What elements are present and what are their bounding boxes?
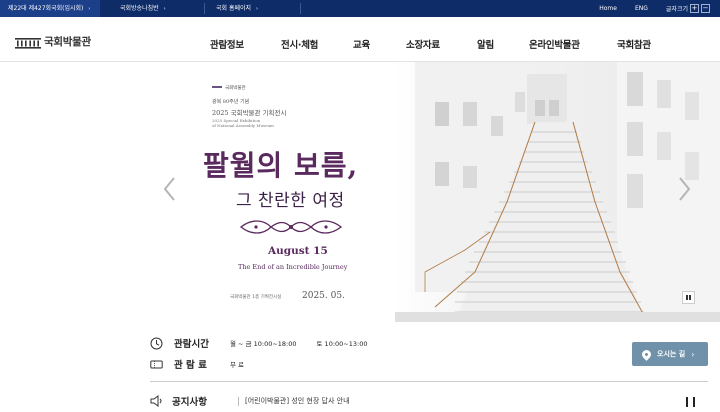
exhibition-museum-name: 국회박물관 — [225, 86, 246, 91]
museum-mark-icon — [212, 85, 222, 91]
pause-icon — [686, 295, 688, 300]
font-decrease-button[interactable]: − — [701, 4, 710, 13]
chevron-right-icon: › — [256, 6, 259, 12]
assembly-session-label: 제22대 제427회국회(임시회) — [8, 5, 84, 12]
eng-link[interactable]: ENG — [635, 5, 648, 12]
assembly-session-link[interactable]: 제22대 제427회국회(임시회) › — [0, 0, 100, 17]
menu-education[interactable]: 교육 — [353, 37, 370, 51]
exhibition-type: 2025 국회박물관 기획전시 — [212, 109, 287, 117]
menu-collection[interactable]: 소장자료 — [406, 37, 440, 51]
map-pin-icon — [640, 347, 653, 361]
directions-button[interactable]: 오시는 길 › — [632, 342, 708, 366]
font-increase-button[interactable]: + — [690, 4, 699, 13]
pause-icon — [693, 397, 695, 407]
pause-icon — [689, 295, 691, 300]
utility-links: Home ENG 글자크기 + − — [581, 0, 710, 17]
assembly-broadcast-label: 국회방송나침반 — [120, 5, 159, 12]
opening-hours-label: 관람시간 — [174, 339, 209, 350]
slide-prev-button[interactable] — [162, 176, 178, 202]
slide-next-button[interactable] — [676, 176, 692, 202]
directions-label: 오시는 길 — [657, 350, 686, 358]
visit-info-section: 관람시간 월 ~ 금 10:00~18:00 토 10:00~13:00 관 람… — [0, 322, 720, 412]
exhibition-title: 팔월의 보름, — [203, 149, 359, 182]
exhibition-place: 국회박물관 1층 기획전시실 — [230, 295, 282, 300]
notice-item-link[interactable]: [어린이박물관] 성인 현장 답사 안내 — [245, 396, 350, 406]
home-link[interactable]: Home — [599, 5, 617, 12]
notice-pause-button[interactable] — [686, 397, 695, 407]
weekday-hours: 월 ~ 금 10:00~18:00 — [230, 340, 297, 348]
menu-assembly-tour[interactable]: 국회참관 — [617, 37, 651, 51]
font-size-label: 글자크기 — [665, 6, 688, 13]
divider — [150, 381, 708, 382]
exhibition-museum-logo: 국회박물관 — [212, 85, 246, 91]
divider — [300, 3, 301, 14]
divider — [238, 396, 239, 406]
notice-label: 공지사항 — [172, 397, 207, 408]
exhibition-date: 2025. 05. — [302, 291, 345, 301]
menu-notice[interactable]: 알림 — [477, 37, 494, 51]
chevron-right-icon: › — [163, 6, 166, 12]
site-logo[interactable]: 국회박물관 — [14, 34, 91, 49]
site-header: 국회박물관 관람정보 전시·체험 교육 소장자료 알림 온라인박물관 국회참관 — [0, 17, 720, 62]
exhibition-date-en: August 15 — [268, 245, 328, 257]
menu-visit-info[interactable]: 관람정보 — [210, 37, 244, 51]
exhibition-subtitle: 그 찬란한 여정 — [236, 191, 345, 211]
ticket-icon — [150, 360, 163, 368]
divider — [204, 3, 205, 14]
admission-fee-value: 무 료 — [230, 361, 245, 369]
speaker-icon — [150, 395, 162, 407]
exhibition-museum-en: of National Assembly Museum — [212, 123, 274, 128]
pause-icon — [686, 397, 688, 407]
clock-icon — [150, 337, 163, 349]
admission-fee-label: 관 람 료 — [174, 360, 207, 371]
assembly-building-icon — [15, 37, 41, 49]
assembly-homepage-label: 국회 홈페이지 — [216, 5, 252, 12]
menu-online-museum[interactable]: 온라인박물관 — [529, 37, 580, 51]
notice-bar: 공지사항 [어린이박물관] 성인 현장 답사 안내 — [150, 393, 350, 409]
font-size-control: 글자크기 + − — [666, 4, 710, 13]
top-utility-bar: 제22대 제427회국회(임시회) › 국회방송나침반 › 국회 홈페이지 › Hom… — [0, 0, 720, 17]
assembly-broadcast-link[interactable]: 국회방송나침반 › — [112, 0, 202, 17]
chevron-right-icon: › — [88, 6, 91, 12]
exhibition-occasion: 광복 80주년 기념 — [212, 99, 250, 105]
admission-fee-row: 관 람 료 무 료 — [150, 356, 244, 372]
chevron-right-icon: › — [691, 349, 695, 359]
main-visual-banner[interactable]: 국회박물관 광복 80주년 기념 2025 국회박물관 기획전시 2025 Sp… — [0, 62, 720, 322]
menu-exhibition[interactable]: 전시·체험 — [281, 37, 318, 51]
exhibition-title-en: The End of an Incredible Journey — [238, 263, 348, 271]
saturday-hours: 토 10:00~13:00 — [316, 340, 368, 348]
assembly-homepage-link[interactable]: 국회 홈페이지 › — [208, 0, 298, 17]
ornament-divider-icon — [239, 220, 343, 234]
staircase-illustration — [395, 62, 720, 322]
opening-hours-row: 관람시간 월 ~ 금 10:00~18:00 토 10:00~13:00 — [150, 335, 367, 351]
logo-text: 국회박물관 — [44, 36, 91, 48]
slide-pause-button[interactable] — [682, 291, 695, 304]
